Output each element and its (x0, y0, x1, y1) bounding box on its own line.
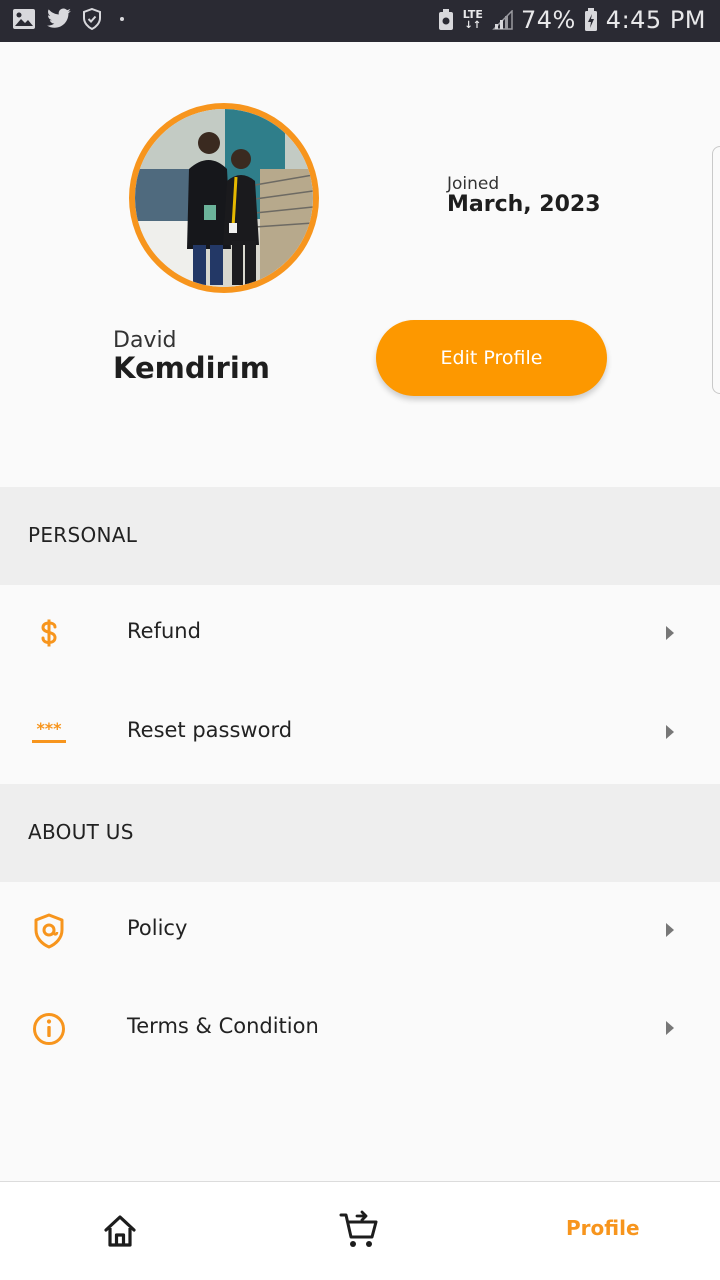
info-icon (30, 1013, 68, 1045)
list-item-policy[interactable]: Policy (0, 882, 720, 980)
status-bar-left (12, 8, 124, 30)
last-name: Kemdirim (113, 351, 271, 385)
list-item-terms[interactable]: Terms & Condition (0, 980, 720, 1078)
battery-icon (584, 8, 597, 31)
section-title: PERSONAL (28, 523, 138, 547)
chevron-right-icon (666, 725, 674, 739)
section-header-personal: PERSONAL (0, 487, 720, 585)
scroll-edge-indicator (712, 146, 720, 394)
profile-photo (135, 109, 313, 287)
list-item-reset-password[interactable]: *** Reset password (0, 684, 720, 782)
dollar-icon (30, 618, 68, 650)
signal-icon (492, 10, 513, 30)
gallery-icon (13, 9, 35, 29)
chevron-right-icon (666, 626, 674, 640)
password-icon: *** (30, 717, 68, 749)
section-title: ABOUT US (28, 820, 134, 844)
list-item-refund[interactable]: Refund (0, 585, 720, 683)
list-item-label: Reset password (127, 718, 293, 742)
status-bar: LTE ↓↑ 74% 4:45 PM (0, 0, 720, 42)
chevron-right-icon (666, 923, 674, 937)
status-bar-right: LTE ↓↑ 74% 4:45 PM (437, 6, 706, 34)
list-item-label: Terms & Condition (127, 1014, 319, 1038)
battery-percent: 74% (520, 6, 576, 34)
joined-label: Joined (447, 174, 500, 194)
svg-text:***: *** (36, 721, 62, 738)
avatar[interactable] (129, 103, 319, 293)
section-header-about-us: ABOUT US (0, 784, 720, 882)
security-shield-icon (83, 8, 101, 30)
list-item-label: Refund (127, 619, 201, 643)
network-indicator: LTE ↓↑ (462, 8, 483, 31)
twitter-icon (47, 8, 71, 28)
cart-icon (339, 1210, 378, 1247)
home-icon (104, 1215, 136, 1247)
list-item-label: Policy (127, 916, 188, 940)
clock: 4:45 PM (605, 6, 706, 34)
shield-icon (30, 913, 68, 949)
chevron-right-icon (666, 1021, 674, 1035)
nav-home[interactable] (101, 1212, 139, 1250)
joined-date: March, 2023 (447, 192, 601, 217)
edit-profile-button[interactable]: Edit Profile (376, 320, 607, 396)
nav-cart[interactable] (339, 1210, 379, 1250)
notification-dot-icon (120, 17, 124, 21)
first-name: David (113, 328, 177, 353)
bottom-navigation: Profile (0, 1181, 720, 1280)
recycle-icon (438, 9, 453, 30)
nav-profile[interactable]: Profile (566, 1216, 640, 1240)
